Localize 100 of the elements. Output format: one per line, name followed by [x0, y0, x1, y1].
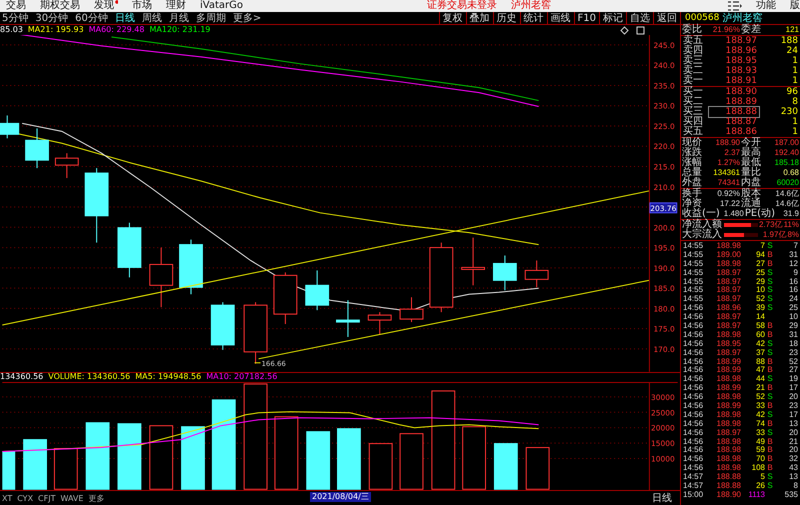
tick-time: 14:55	[683, 258, 704, 268]
ma-legend: MA60: 229.48	[88, 25, 144, 35]
field-value: 2.37	[723, 148, 740, 158]
tick-volume: 33	[755, 428, 765, 437]
period-tab[interactable]: 30分钟	[35, 12, 68, 24]
order-price[interactable]: 188.95	[709, 56, 759, 66]
tick-time: 14:56	[683, 338, 704, 348]
tick-side: S	[766, 428, 774, 437]
field-label: 收益(一)	[682, 209, 720, 219]
indicator-tab[interactable]: WAVE	[60, 494, 84, 502]
tick-count: 23	[788, 348, 798, 357]
order-price[interactable]: 188.86	[709, 127, 759, 137]
tick-side: S	[766, 294, 774, 304]
order-price[interactable]: 188.90	[709, 87, 759, 97]
tick-price: 188.99	[716, 365, 741, 374]
square-icon[interactable]	[636, 26, 645, 34]
tick-time: 15:00	[683, 490, 704, 499]
volume-bar	[2, 450, 16, 490]
period-tab[interactable]: 5分钟	[2, 12, 28, 24]
indicator-tab[interactable]: 更多	[88, 492, 104, 504]
order-price[interactable]: 188.93	[709, 66, 759, 76]
diamond-icon[interactable]	[620, 26, 629, 34]
tick-count: 27	[788, 365, 798, 374]
flow-label: 净流入额	[682, 220, 723, 230]
ma-legend: MA21: 195.93	[28, 25, 84, 35]
tick-price: 188.98	[716, 410, 741, 419]
order-price[interactable]: 188.89	[709, 97, 759, 107]
order-price[interactable]: 188.87	[709, 117, 759, 127]
tick-time: 14:55	[683, 285, 704, 294]
tick-count: 20	[788, 428, 798, 437]
period-tab[interactable]: 周线	[142, 12, 162, 24]
tick-count: 31	[788, 330, 798, 339]
field-value: 74341	[716, 178, 740, 188]
order-price[interactable]: 188.97	[709, 36, 759, 46]
tick-side: S	[766, 268, 774, 277]
volume-legend: MA10: 207182.56	[206, 372, 278, 382]
order-price[interactable]: 188.91	[709, 76, 759, 86]
tick-side: S	[766, 303, 774, 312]
period-tab[interactable]: 更多>	[232, 12, 262, 24]
menu-item[interactable]: 功能	[756, 0, 776, 12]
menu-item[interactable]: 版	[790, 0, 800, 12]
tick-time: 14:56	[683, 348, 704, 357]
candlestick	[400, 296, 424, 323]
tick-price: 188.98	[716, 258, 741, 268]
order-level-label: 买三	[683, 107, 704, 117]
order-volume: 1	[791, 117, 798, 127]
indicator-tab[interactable]: XT	[2, 494, 12, 502]
tick-volume: 88	[755, 356, 765, 366]
tick-price: 188.98	[716, 454, 741, 464]
menu-item[interactable]: 发现	[94, 0, 118, 12]
volume-legend: MA5: 194948.56	[135, 372, 202, 382]
tick-volume: 42	[755, 338, 765, 348]
tick-price: 188.97	[716, 428, 741, 437]
tick-count: 19	[788, 374, 798, 384]
toolbar-button[interactable]: 自选	[626, 12, 653, 24]
trend-line[interactable]	[258, 280, 650, 360]
period-tab[interactable]: 日线	[114, 12, 135, 24]
tick-time: 14:55	[683, 276, 704, 286]
tick-volume: 14	[755, 312, 765, 322]
order-price[interactable]: 188.96	[709, 46, 759, 56]
candlestick	[492, 255, 517, 291]
tick-time: 14:56	[683, 303, 704, 312]
tick-time: 14:56	[683, 321, 704, 330]
order-volume: 188	[780, 36, 798, 46]
tick-volume: 70	[755, 454, 765, 464]
period-tab[interactable]: 60分钟	[75, 12, 108, 24]
tick-count: 20	[788, 445, 798, 454]
field-label: 总量	[682, 168, 702, 178]
tick-time: 14:56	[683, 401, 704, 410]
period-tab[interactable]: 月线	[168, 12, 189, 24]
period-tab[interactable]: 多周期	[196, 12, 226, 24]
trend-line[interactable]	[2, 190, 650, 326]
tick-time: 14:56	[683, 356, 704, 366]
ma-legend: 85.03	[0, 25, 23, 35]
tick-side: S	[766, 481, 774, 490]
tick-time: 14:56	[683, 445, 704, 454]
menu-item[interactable]: iVatarGo	[200, 0, 243, 12]
tick-price: 188.99	[716, 401, 741, 410]
menu-icon[interactable]	[728, 1, 742, 11]
tick-side: B	[766, 365, 774, 374]
tick-count: 7	[792, 241, 798, 250]
candlestick	[336, 300, 360, 338]
field-label: 外盘	[682, 178, 702, 188]
menu-item[interactable]: 理财	[166, 0, 186, 12]
indicator-tab[interactable]: CFJT	[38, 494, 56, 502]
tick-volume: 108	[750, 463, 765, 472]
volume-bar	[494, 442, 518, 490]
tick-side: B	[766, 330, 774, 339]
order-level-label: 卖二	[683, 66, 704, 76]
tick-volume: 27	[755, 258, 765, 268]
tick-count: 12	[788, 258, 798, 268]
indicator-tab[interactable]: CYX	[17, 494, 34, 502]
tick-side: S	[766, 392, 774, 402]
field-value: 185.18	[774, 158, 799, 168]
order-level-label: 卖三	[683, 56, 704, 66]
order-price[interactable]: 188.88	[709, 107, 759, 117]
tick-price: 188.88	[716, 481, 741, 490]
tick-volume: 59	[755, 445, 765, 454]
toolbar-button[interactable]: 标记	[599, 12, 626, 24]
field-label: 涨幅	[682, 158, 702, 168]
